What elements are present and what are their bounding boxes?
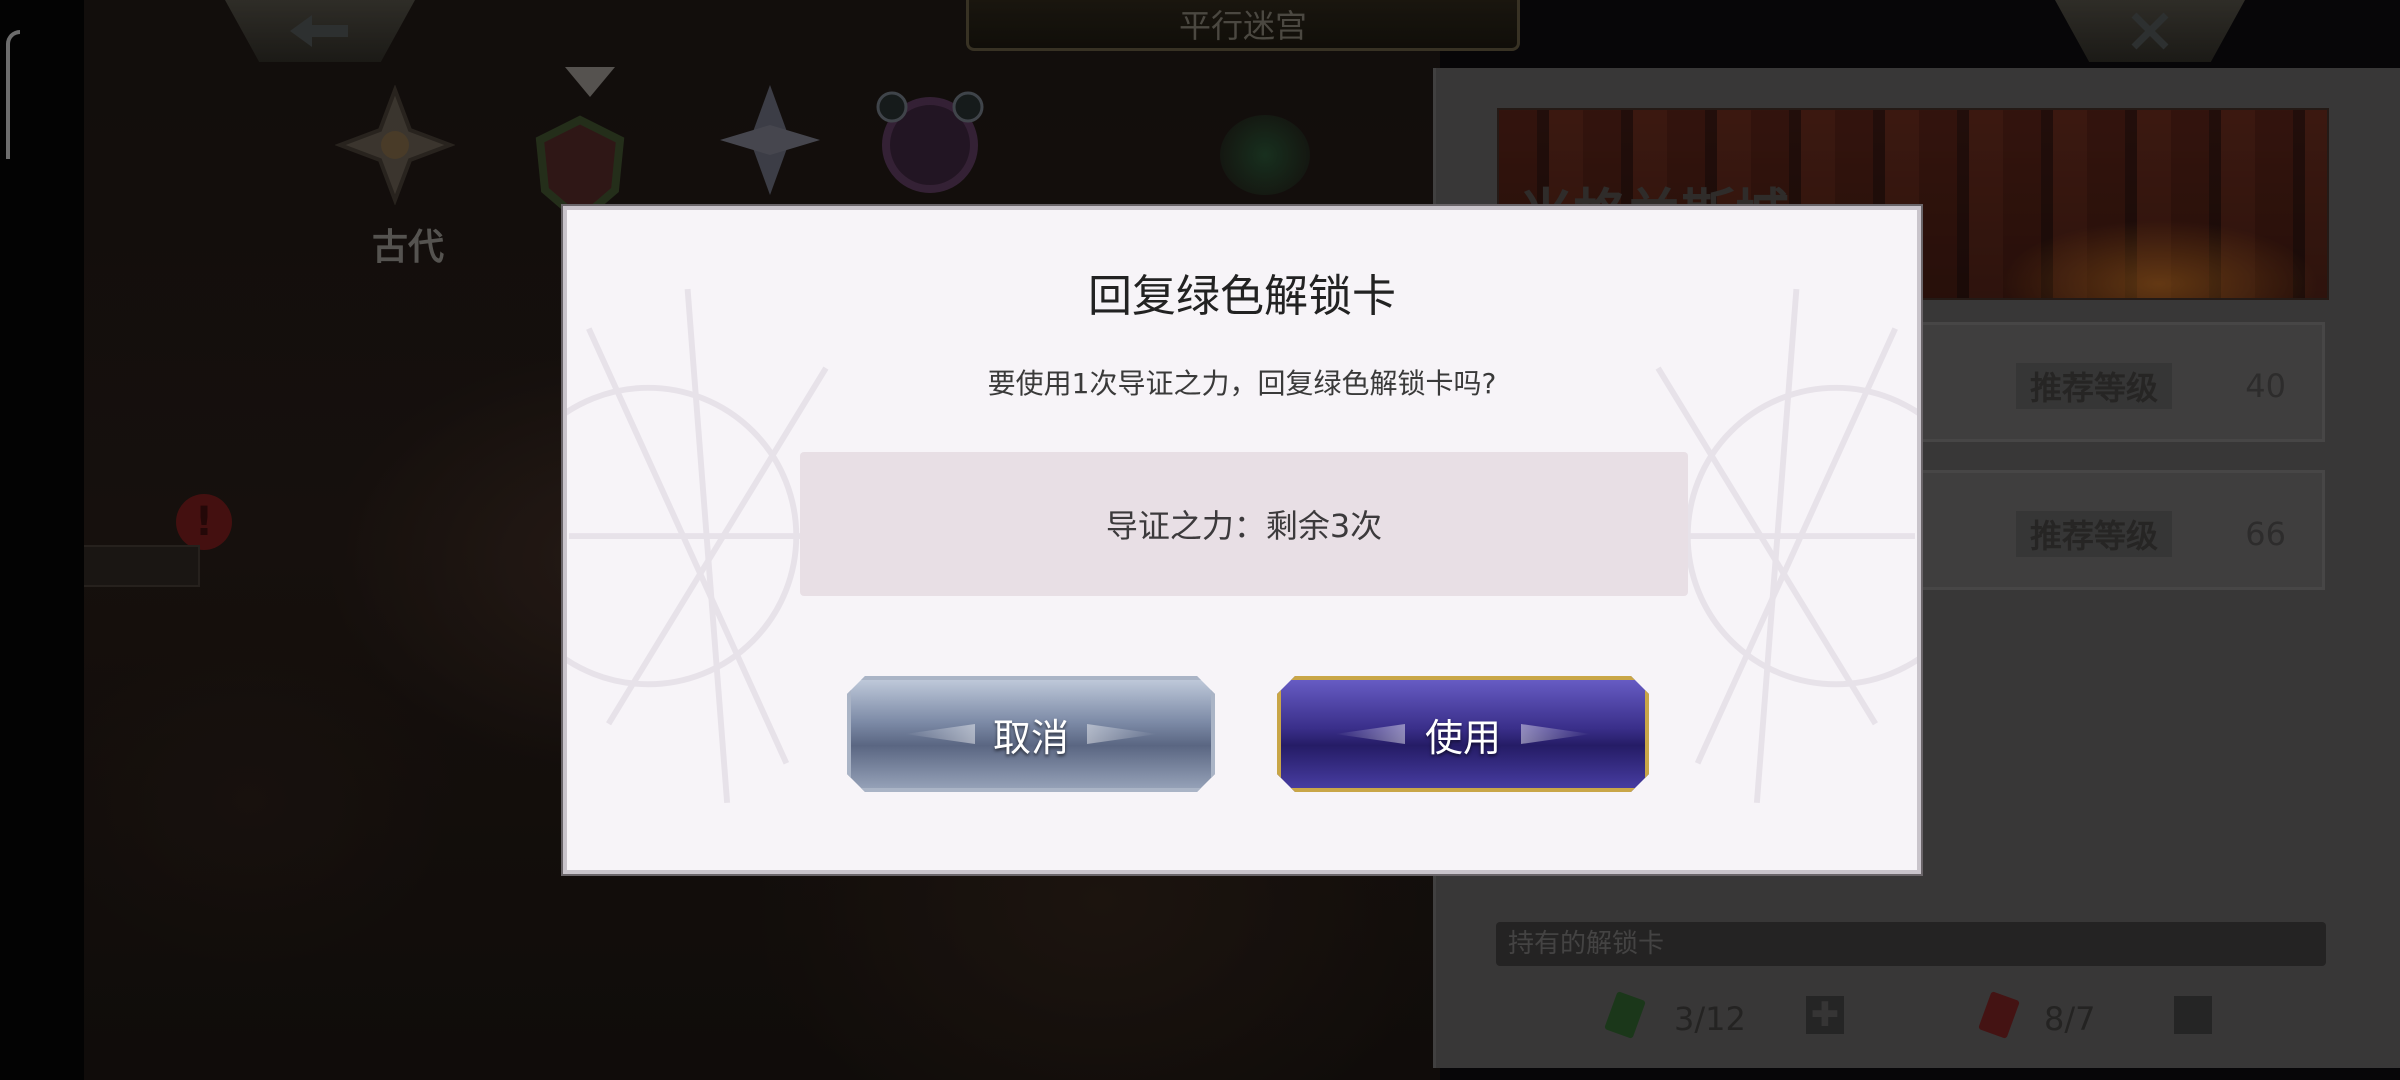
dialog-title: 回复绿色解锁卡 [1088,271,1396,322]
dialog-message: 要使用1次导证之力，回复绿色解锁卡吗? [987,367,1497,400]
gem-left-icon [905,724,975,744]
gem-left-icon [1335,724,1405,744]
cancel-label: 取消 [992,715,1069,760]
gem-right-icon [1087,724,1157,744]
recover-card-dialog: 回复绿色解锁卡 要使用1次导证之力，回复绿色解锁卡吗? 导证之力：剩余3次 取消… [563,206,1921,874]
remaining-uses-text: 导证之力：剩余3次 [1105,507,1383,545]
use-button[interactable]: 使用 [1277,676,1649,792]
cancel-button[interactable]: 取消 [847,676,1215,792]
remaining-uses-box: 导证之力：剩余3次 [800,452,1688,596]
game-scene: 古代 ! 平行迷宫 米格兰斯城 推荐等级 40 推荐等级 66 持有的解锁卡 3… [0,0,2400,1080]
gem-right-icon [1521,724,1591,744]
use-label: 使用 [1424,715,1501,760]
